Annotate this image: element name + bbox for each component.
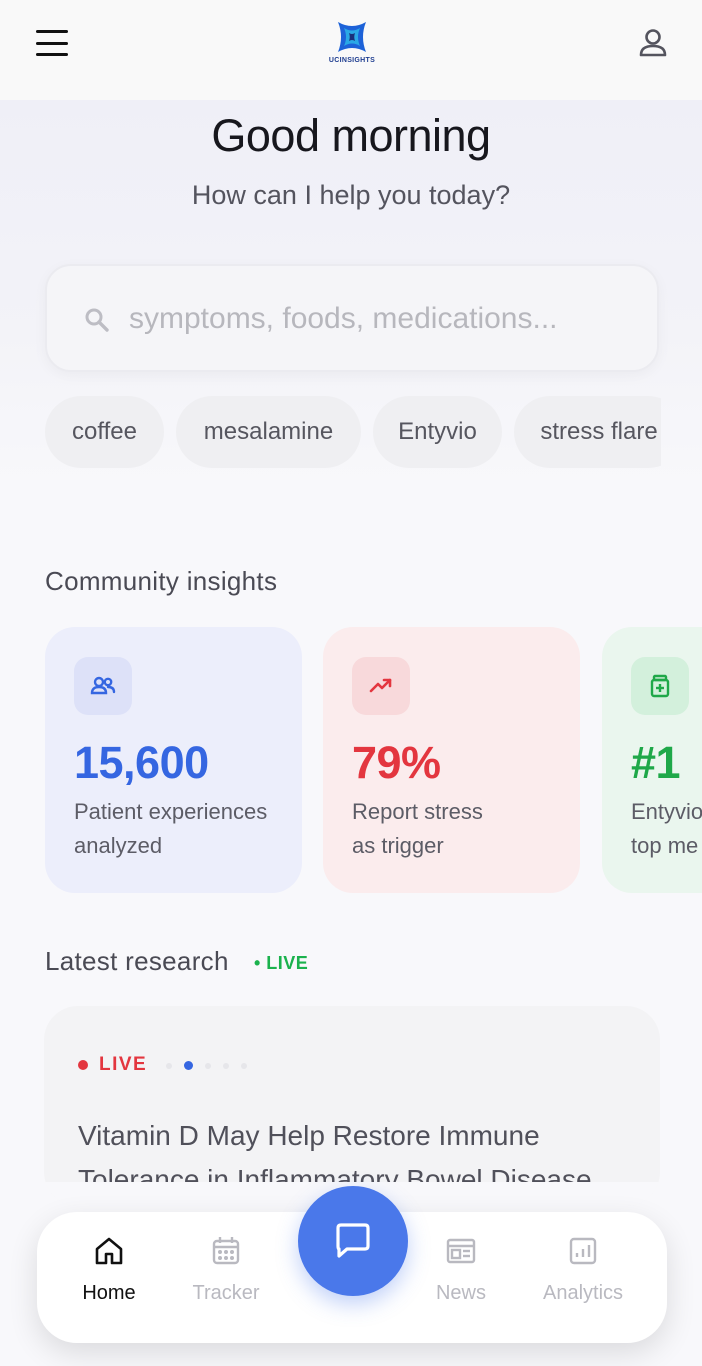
carousel-pager[interactable] <box>166 1061 259 1070</box>
logo-text: UCINSIGHTS <box>328 57 376 64</box>
users-icon <box>74 657 132 715</box>
community-insights-title: Community insights <box>45 566 278 596</box>
insight-label: Entyvio top me <box>631 799 702 858</box>
greeting-subtitle: How can I help you today? <box>191 180 511 210</box>
research-live-label: LIVE <box>99 1054 148 1075</box>
calendar-icon <box>212 1237 240 1265</box>
insight-value: 15,600 <box>74 737 209 788</box>
pager-dot[interactable] <box>205 1062 211 1069</box>
insight-cards: 15,600 Patient experiences analyzed 79% … <box>0 627 702 893</box>
trending-up-icon <box>352 657 410 715</box>
medicine-bottle-icon <box>631 657 689 715</box>
user-icon[interactable] <box>636 26 670 60</box>
pager-dot[interactable] <box>166 1062 172 1069</box>
chip-mesalamine[interactable]: mesalamine <box>176 396 361 468</box>
nav-analytics-label: Analytics <box>542 1282 624 1304</box>
chip-stress-flare[interactable]: stress flare <box>514 396 661 468</box>
latest-research-title: Latest research <box>45 946 229 976</box>
insight-label: Report stress as trigger <box>352 799 483 858</box>
suggestion-chips: coffee mesalamine Entyvio stress flare <box>45 396 661 468</box>
nav-news[interactable]: News <box>406 1234 516 1324</box>
chat-icon <box>336 1223 370 1258</box>
top-bar: UCINSIGHTS <box>0 0 702 100</box>
nav-analytics[interactable]: Analytics <box>528 1234 638 1324</box>
chat-button[interactable] <box>298 1186 408 1296</box>
search-input[interactable] <box>129 294 629 344</box>
nav-tracker-label: Tracker <box>192 1282 260 1304</box>
pager-dot-active[interactable] <box>184 1061 193 1070</box>
nav-tracker[interactable]: Tracker <box>171 1234 281 1324</box>
live-badge: • LIVE <box>254 953 309 973</box>
insight-card-stress[interactable]: 79% Report stress as trigger <box>323 627 580 893</box>
chip-coffee[interactable]: coffee <box>45 396 164 468</box>
insight-card-patients[interactable]: 15,600 Patient experiences analyzed <box>45 627 302 893</box>
hamburger-icon[interactable] <box>36 30 68 56</box>
pager-dot[interactable] <box>241 1062 247 1069</box>
greeting-title: Good morning <box>211 110 491 161</box>
insight-card-medication[interactable]: #1 Entyvio top me <box>602 627 702 893</box>
nav-home[interactable]: Home <box>54 1234 164 1324</box>
live-dot-icon <box>78 1060 88 1070</box>
insight-value: #1 <box>631 737 681 788</box>
research-card[interactable]: LIVE Vitamin D May Help Restore Immune T… <box>44 1006 660 1206</box>
research-live-indicator: LIVE <box>78 1054 147 1076</box>
logo-mark-icon <box>338 22 366 52</box>
insight-label: Patient experiences analyzed <box>74 799 268 858</box>
nav-home-label: Home <box>82 1282 136 1304</box>
chip-entyvio[interactable]: Entyvio <box>373 396 502 468</box>
pager-dot[interactable] <box>223 1062 229 1069</box>
search-box[interactable] <box>45 264 659 372</box>
bar-chart-icon <box>569 1237 597 1265</box>
nav-news-label: News <box>435 1282 486 1304</box>
app-logo[interactable]: UCINSIGHTS <box>322 18 382 70</box>
search-icon <box>85 308 109 332</box>
home-icon <box>95 1237 123 1265</box>
insight-value: 79% <box>352 737 441 788</box>
newspaper-icon <box>446 1238 476 1264</box>
